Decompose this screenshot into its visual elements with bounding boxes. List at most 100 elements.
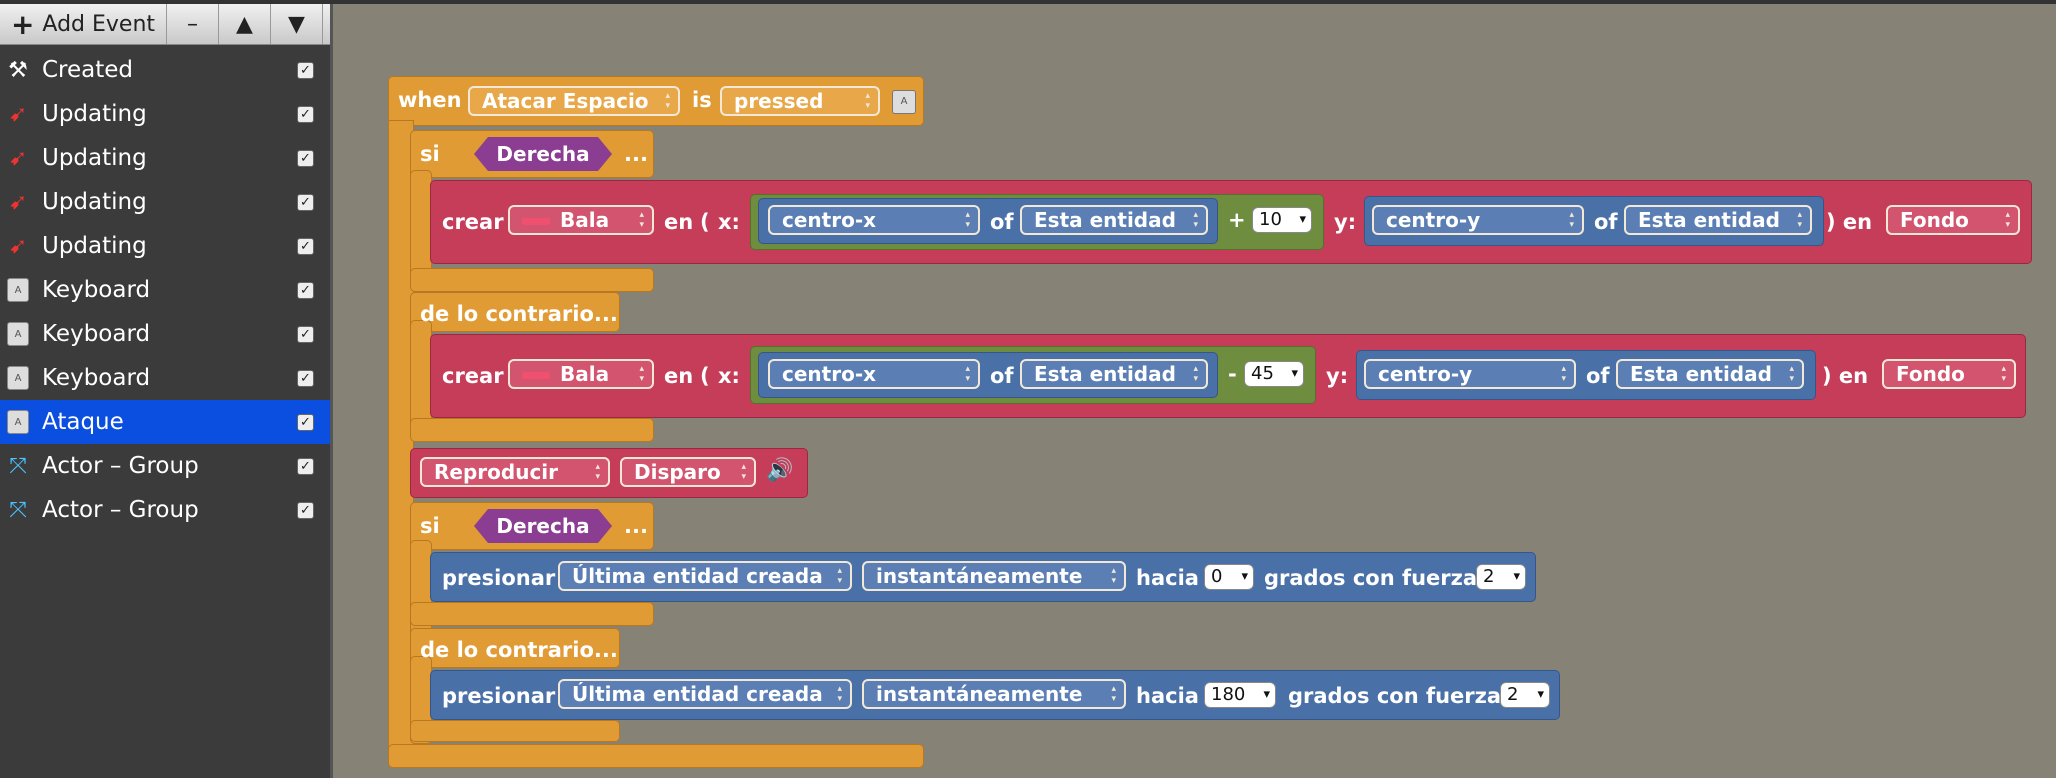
event-enabled-checkbox[interactable]: ✓: [297, 369, 314, 387]
update-icon: ➹: [8, 189, 28, 215]
event-enabled-checkbox[interactable]: ✓: [297, 105, 314, 123]
keyboard-key-icon: A: [4, 364, 32, 392]
toward-label: hacia: [1136, 566, 1199, 590]
if-label: si: [420, 514, 440, 538]
layer-dropdown[interactable]: Fondo: [1882, 359, 2016, 389]
push-label: presionar: [442, 684, 556, 708]
paren-label: (: [700, 364, 710, 388]
condition-pill[interactable]: Derecha: [474, 509, 612, 543]
paren-label: (: [700, 210, 710, 234]
event-item-selected[interactable]: A Ataque ✓: [0, 400, 330, 444]
force-input[interactable]: 2: [1500, 682, 1550, 708]
create-label: crear: [442, 364, 504, 388]
else-block-footer: [410, 418, 654, 442]
event-enabled-checkbox[interactable]: ✓: [297, 149, 314, 167]
event-item[interactable]: ➹ Updating ✓: [0, 180, 330, 224]
event-enabled-checkbox[interactable]: ✓: [297, 325, 314, 343]
of-label: of: [990, 210, 1014, 234]
when-label: when: [398, 88, 462, 112]
remove-event-button[interactable]: –: [167, 4, 219, 44]
push-mode-dropdown[interactable]: instantáneamente: [862, 561, 1126, 591]
event-item[interactable]: A Keyboard ✓: [0, 356, 330, 400]
event-item[interactable]: A Keyboard ✓: [0, 312, 330, 356]
push-target-dropdown[interactable]: Última entidad creada: [558, 561, 852, 591]
event-enabled-checkbox[interactable]: ✓: [297, 281, 314, 299]
speaker-icon[interactable]: 🔊: [766, 458, 793, 483]
offset-input[interactable]: 45: [1244, 361, 1304, 387]
event-label: Updating: [42, 145, 147, 171]
event-item[interactable]: ⚒ Created ✓: [0, 48, 330, 92]
entity-dropdown[interactable]: Esta entidad: [1020, 359, 1208, 389]
update-icon: ➹: [8, 101, 28, 127]
event-enabled-checkbox[interactable]: ✓: [297, 237, 314, 255]
keyboard-key-icon: A: [4, 320, 32, 348]
key-state-dropdown[interactable]: pressed: [720, 86, 880, 116]
event-enabled-checkbox[interactable]: ✓: [297, 501, 314, 519]
event-enabled-checkbox[interactable]: ✓: [297, 193, 314, 211]
actor-color-swatch: [522, 372, 550, 379]
event-enabled-checkbox[interactable]: ✓: [297, 413, 314, 431]
entity-dropdown[interactable]: Esta entidad: [1624, 205, 1812, 235]
move-up-button[interactable]: ▲: [219, 4, 271, 44]
of-label: of: [990, 364, 1014, 388]
push-label: presionar: [442, 566, 556, 590]
event-item[interactable]: ➹ Updating ✓: [0, 136, 330, 180]
actor-name: Bala: [560, 208, 610, 232]
event-enabled-checkbox[interactable]: ✓: [297, 61, 314, 79]
push-target-dropdown[interactable]: Última entidad creada: [558, 679, 852, 709]
layer-dropdown[interactable]: Fondo: [1886, 205, 2020, 235]
hammer-icon: ⚒: [8, 57, 28, 83]
sound-dropdown[interactable]: Disparo: [620, 457, 756, 487]
x-label: x:: [718, 210, 740, 234]
sound-action-dropdown[interactable]: Reproducir: [420, 457, 610, 487]
event-label: Keyboard: [42, 277, 151, 303]
operator-label: +: [1228, 208, 1246, 232]
is-label: is: [692, 88, 712, 112]
else-label: de lo contrario...: [420, 638, 618, 662]
move-down-button[interactable]: ▼: [271, 4, 323, 44]
keyboard-key-icon: A: [4, 408, 32, 436]
more-label: ...: [624, 142, 648, 166]
add-event-button[interactable]: + Add Event: [0, 4, 167, 44]
attribute-dropdown[interactable]: centro-x: [768, 359, 980, 389]
push-mode-dropdown[interactable]: instantáneamente: [862, 679, 1126, 709]
entity-dropdown[interactable]: Esta entidad: [1020, 205, 1208, 235]
event-item[interactable]: ➹ Updating ✓: [0, 224, 330, 268]
keyboard-key-icon[interactable]: A: [892, 90, 916, 114]
key-dropdown[interactable]: Atacar Espacio: [468, 86, 680, 116]
offset-input[interactable]: 10: [1252, 207, 1312, 233]
actor-dropdown[interactable]: Bala: [508, 205, 654, 235]
event-label: Actor – Group: [42, 453, 199, 479]
force-input[interactable]: 2: [1476, 564, 1526, 590]
event-label: Created: [42, 57, 134, 83]
event-enabled-checkbox[interactable]: ✓: [297, 457, 314, 475]
event-label: Actor – Group: [42, 497, 199, 523]
entity-dropdown[interactable]: Esta entidad: [1616, 359, 1804, 389]
close-en-label: ) en: [1826, 210, 1873, 234]
degrees-force-label: grados con fuerza: [1264, 566, 1478, 590]
x-label: x:: [718, 364, 740, 388]
if-block-mid: [410, 268, 654, 292]
event-list: ⚒ Created ✓ ➹ Updating ✓ ➹ Updating ✓ ➹ …: [0, 48, 330, 532]
attribute-dropdown[interactable]: centro-x: [768, 205, 980, 235]
if-block-mid: [410, 602, 654, 626]
sidebar-divider[interactable]: [330, 4, 333, 778]
operator-label: -: [1228, 362, 1237, 386]
condition-pill[interactable]: Derecha: [474, 137, 612, 171]
event-item[interactable]: ➹ Updating ✓: [0, 92, 330, 136]
attribute-dropdown[interactable]: centro-y: [1364, 359, 1576, 389]
event-item[interactable]: A Keyboard ✓: [0, 268, 330, 312]
angle-input[interactable]: 180: [1204, 682, 1276, 708]
event-item[interactable]: ⤧ Actor – Group ✓: [0, 488, 330, 532]
event-toolbar: + Add Event – ▲ ▼: [0, 4, 330, 45]
attribute-dropdown[interactable]: centro-y: [1372, 205, 1584, 235]
of-label: of: [1586, 364, 1610, 388]
update-icon: ➹: [8, 145, 28, 171]
when-block-footer: [388, 744, 924, 768]
y-label: y:: [1326, 364, 1349, 388]
actor-dropdown[interactable]: Bala: [508, 359, 654, 389]
event-item[interactable]: ⤧ Actor – Group ✓: [0, 444, 330, 488]
event-sidebar: + Add Event – ▲ ▼ ⚒ Created ✓ ➹ Updating…: [0, 4, 330, 778]
event-label: Updating: [42, 189, 147, 215]
angle-input[interactable]: 0: [1204, 564, 1254, 590]
